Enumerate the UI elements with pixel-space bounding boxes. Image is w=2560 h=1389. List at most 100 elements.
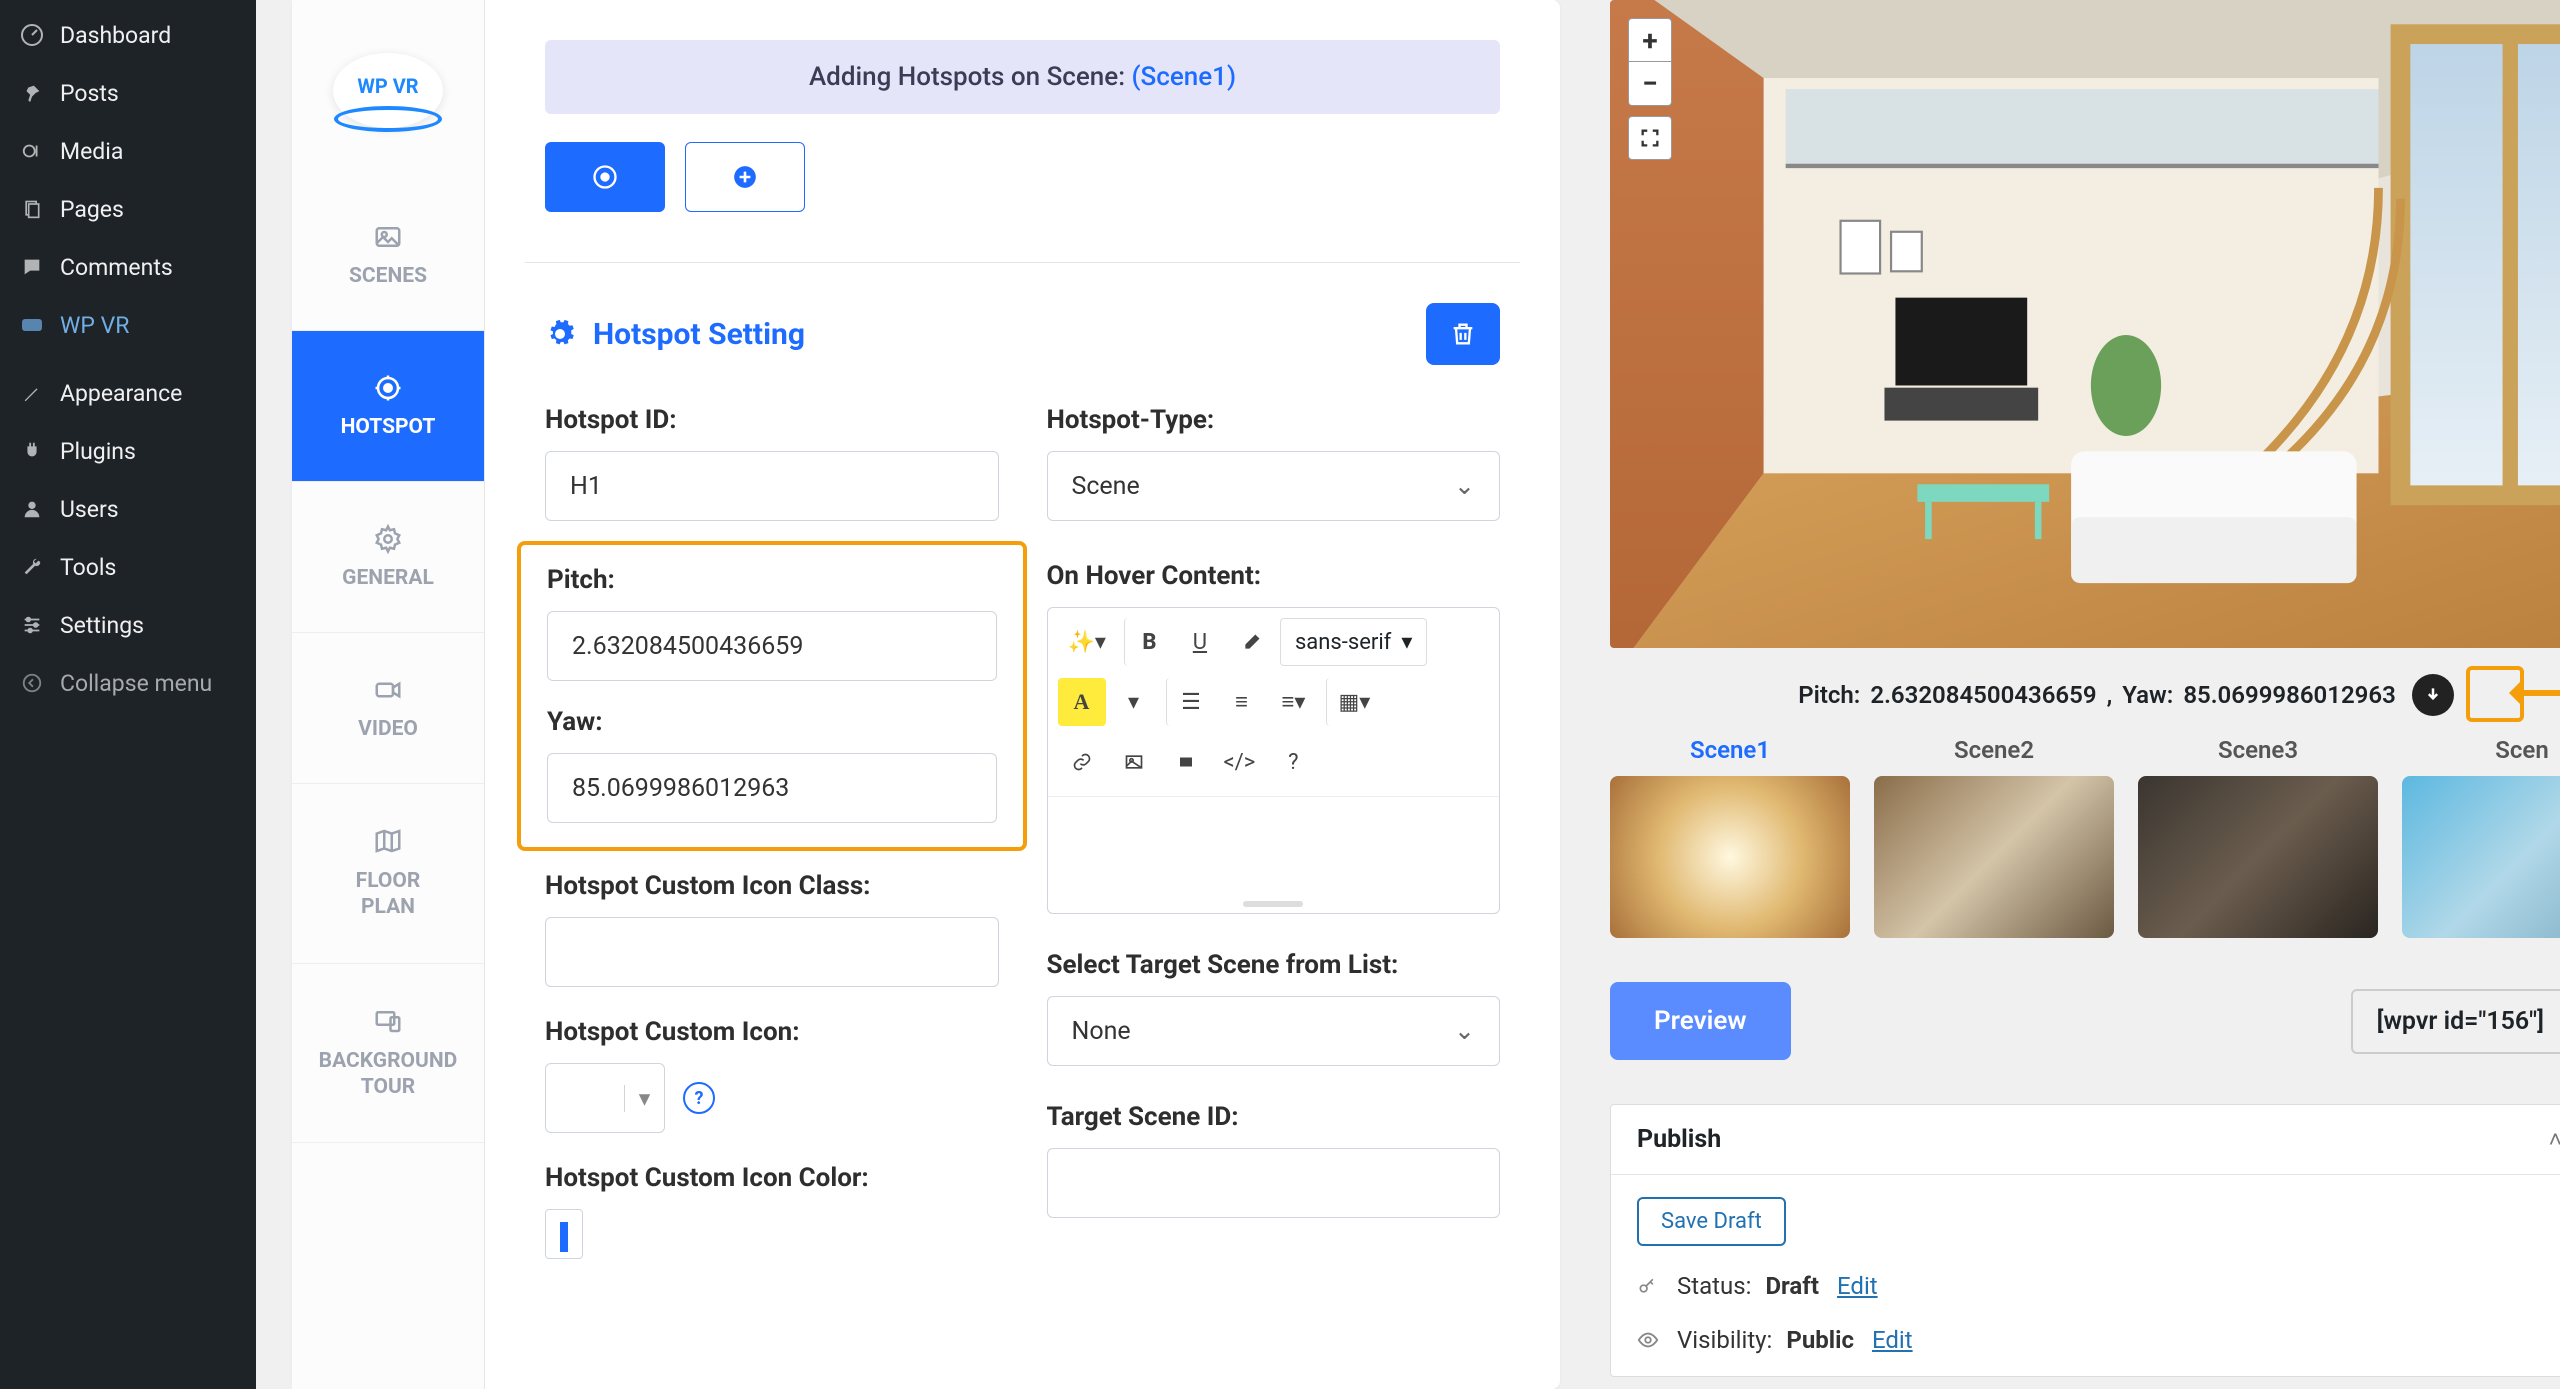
- yaw-input[interactable]: [547, 753, 997, 823]
- menu-label: Tools: [60, 554, 116, 581]
- target-scene-select[interactable]: None ⌄: [1047, 996, 1501, 1066]
- menu-settings[interactable]: Settings: [0, 596, 256, 654]
- scene-tile-1[interactable]: Scene1: [1610, 736, 1850, 938]
- rte-bold-button[interactable]: B: [1124, 618, 1172, 666]
- field-label: Target Scene ID:: [1047, 1102, 1501, 1132]
- panorama-preview[interactable]: + −: [1610, 0, 2560, 648]
- rte-content-area[interactable]: [1048, 797, 1500, 897]
- tab-label: GENERAL: [342, 566, 434, 590]
- rte-resize-handle[interactable]: [1048, 897, 1500, 913]
- gear-icon: [373, 524, 403, 554]
- scene-tile-3[interactable]: Scene3: [2138, 736, 2378, 938]
- user-icon: [18, 495, 46, 523]
- color-picker[interactable]: [545, 1209, 583, 1259]
- tab-hotspot[interactable]: HOTSPOT: [292, 331, 484, 482]
- scene-thumb: [1874, 776, 2114, 938]
- rte-magic-icon[interactable]: ✨▾: [1058, 618, 1116, 666]
- info-icon[interactable]: ?: [683, 1082, 715, 1114]
- rte-video-button[interactable]: [1162, 738, 1210, 786]
- hotspot-add-button[interactable]: [685, 142, 805, 212]
- target-scene-id-input[interactable]: [1047, 1148, 1501, 1218]
- field-label: Pitch:: [547, 565, 997, 595]
- icon-class-input[interactable]: [545, 917, 999, 987]
- rte-align-button[interactable]: ≡▾: [1270, 678, 1318, 726]
- menu-dashboard[interactable]: Dashboard: [0, 6, 256, 64]
- rte-underline-button[interactable]: U: [1176, 618, 1224, 666]
- pitch-yaw-readout: Pitch: 2.632084500436659, Yaw: 85.069998…: [1610, 648, 2560, 736]
- menu-wpvr[interactable]: WP VR: [0, 296, 256, 354]
- icon-color-field: Hotspot Custom Icon Color:: [545, 1163, 999, 1259]
- rte-ol-button[interactable]: ≡: [1218, 678, 1266, 726]
- rte-code-button[interactable]: </>: [1214, 738, 1266, 786]
- collapse-icon: [18, 669, 46, 697]
- zoom-in-button[interactable]: +: [1628, 18, 1672, 62]
- hotspot-type-select[interactable]: Scene ⌄: [1047, 451, 1501, 521]
- setting-title: Hotspot Setting: [593, 317, 805, 352]
- tab-scenes[interactable]: SCENES: [292, 180, 484, 331]
- select-value: Scene: [1072, 472, 1140, 501]
- edit-visibility-link[interactable]: Edit: [1872, 1326, 1913, 1354]
- panel-up-button[interactable]: ˄: [2549, 1126, 2560, 1153]
- target-icon: [373, 373, 403, 403]
- rte-image-button[interactable]: [1110, 738, 1158, 786]
- menu-media[interactable]: Media: [0, 122, 256, 180]
- scene-name: Scene3: [2138, 736, 2378, 776]
- rte-textcolor-button[interactable]: A: [1058, 678, 1106, 726]
- banner-scene-link[interactable]: (Scene1): [1132, 62, 1237, 92]
- fullscreen-button[interactable]: [1628, 116, 1672, 160]
- menu-posts[interactable]: Posts: [0, 64, 256, 122]
- tab-bgtour[interactable]: BACKGROUND TOUR: [292, 964, 484, 1144]
- banner-text: Adding Hotspots on Scene:: [809, 62, 1132, 92]
- apply-pitch-yaw-button[interactable]: [2412, 674, 2454, 716]
- rte-eraser-button[interactable]: [1228, 618, 1276, 666]
- gear-icon: [545, 319, 575, 349]
- shortcode-display: [wpvr id="156"]: [2351, 989, 2560, 1054]
- rte-table-button[interactable]: ▦▾: [1326, 678, 1381, 726]
- custom-icon-select[interactable]: ▾: [545, 1063, 665, 1133]
- delete-hotspot-button[interactable]: [1426, 303, 1500, 365]
- wp-admin-sidebar: Dashboard Posts Media Pages Comments WP …: [0, 0, 256, 1389]
- brush-icon: [18, 379, 46, 407]
- collapse-menu[interactable]: Collapse menu: [0, 654, 256, 712]
- visibility-label: Visibility:: [1677, 1326, 1772, 1354]
- scene-tile-2[interactable]: Scene2: [1874, 736, 2114, 938]
- rte-help-button[interactable]: ?: [1269, 738, 1317, 786]
- rte-ul-button[interactable]: ☰: [1166, 678, 1214, 726]
- py-pitch-label: Pitch:: [1798, 681, 1860, 709]
- tab-label: VIDEO: [358, 717, 418, 741]
- rte-link-button[interactable]: [1058, 738, 1106, 786]
- menu-pages[interactable]: Pages: [0, 180, 256, 238]
- menu-tools[interactable]: Tools: [0, 538, 256, 596]
- dot-circle-icon: [591, 163, 619, 191]
- download-arrow-icon: [2423, 685, 2443, 705]
- menu-plugins[interactable]: Plugins: [0, 422, 256, 480]
- hotspot-id-input[interactable]: [545, 451, 999, 521]
- rte-textcolor-more[interactable]: ▾: [1110, 678, 1158, 726]
- save-draft-button[interactable]: Save Draft: [1637, 1197, 1786, 1246]
- editor-panel: WP VR SCENES HOTSPOT GENERAL VIDEO: [292, 0, 1560, 1389]
- edit-status-link[interactable]: Edit: [1837, 1272, 1878, 1300]
- tab-floorplan[interactable]: FLOOR PLAN: [292, 784, 484, 964]
- plug-icon: [18, 437, 46, 465]
- eye-icon: [1637, 1329, 1663, 1351]
- chevron-down-icon: ⌄: [1454, 1016, 1475, 1046]
- py-pitch-val: 2.632084500436659: [1870, 681, 2096, 709]
- hotspot-current-button[interactable]: [545, 142, 665, 212]
- media-icon: [18, 137, 46, 165]
- rte-font-select[interactable]: sans-serif▾: [1280, 618, 1427, 666]
- tab-general[interactable]: GENERAL: [292, 482, 484, 633]
- field-label: On Hover Content:: [1047, 561, 1501, 591]
- pitch-input[interactable]: [547, 611, 997, 681]
- menu-comments[interactable]: Comments: [0, 238, 256, 296]
- tab-label: SCENES: [349, 264, 427, 288]
- tab-video[interactable]: VIDEO: [292, 633, 484, 784]
- menu-appearance[interactable]: Appearance: [0, 364, 256, 422]
- menu-users[interactable]: Users: [0, 480, 256, 538]
- select-value: None: [1072, 1017, 1131, 1046]
- menu-label: Dashboard: [60, 22, 171, 49]
- zoom-out-button[interactable]: −: [1628, 62, 1672, 106]
- scene-banner: Adding Hotspots on Scene: (Scene1): [545, 40, 1500, 114]
- tab-label: BACKGROUND: [319, 1049, 458, 1073]
- preview-button[interactable]: Preview: [1610, 982, 1791, 1060]
- scene-tile-4[interactable]: Scen: [2402, 736, 2560, 938]
